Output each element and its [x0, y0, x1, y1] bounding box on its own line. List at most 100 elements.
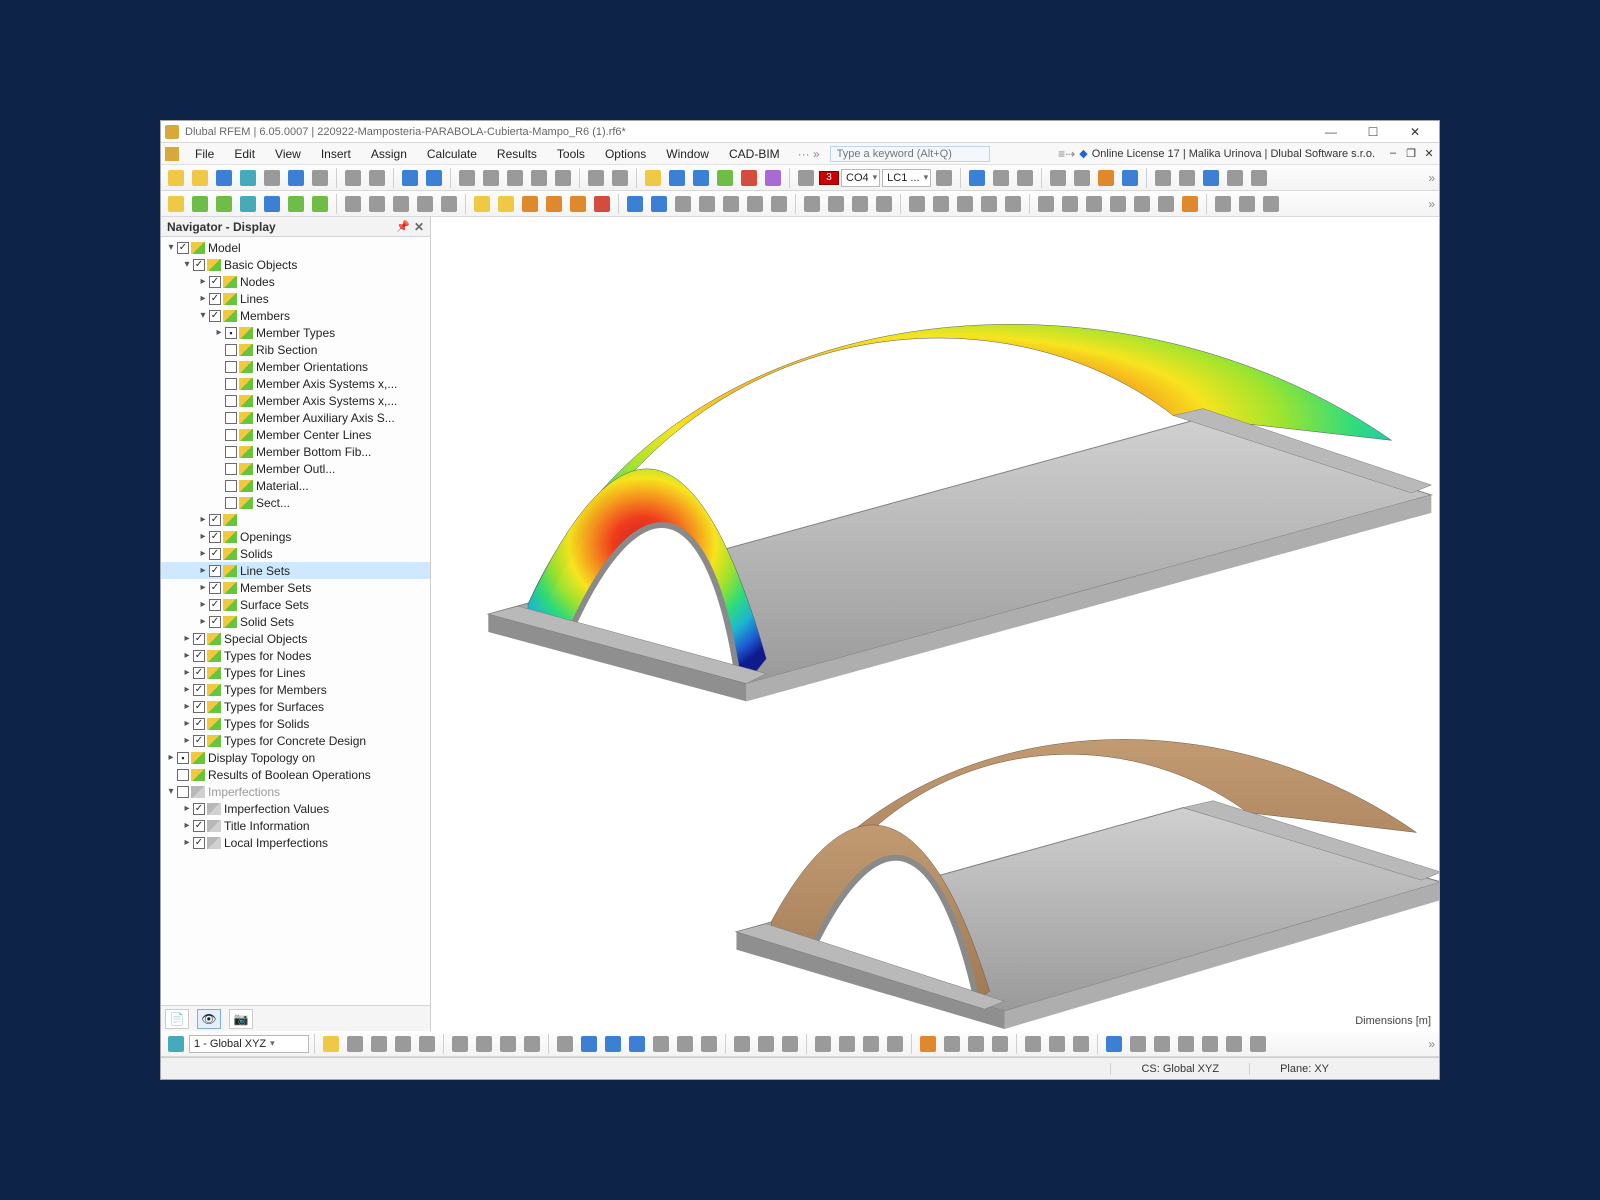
tree-checkbox[interactable] [225, 480, 237, 492]
tree-twisty[interactable]: ▸ [181, 837, 193, 848]
tree-checkbox[interactable] [193, 837, 205, 849]
tree-node[interactable]: Rib Section [161, 341, 430, 358]
bt-9[interactable] [521, 1033, 543, 1055]
bt-31[interactable] [1103, 1033, 1125, 1055]
bt-33[interactable] [1151, 1033, 1173, 1055]
new-button[interactable] [165, 167, 187, 189]
tool-31[interactable] [1107, 193, 1129, 215]
bt-35[interactable] [1199, 1033, 1221, 1055]
calc-button[interactable] [666, 167, 688, 189]
tree-checkbox[interactable] [177, 786, 189, 798]
bt-37[interactable] [1247, 1033, 1269, 1055]
cs-icon[interactable] [165, 1033, 187, 1055]
tree-checkbox[interactable] [209, 310, 221, 322]
tool-7[interactable] [495, 193, 517, 215]
tool-21[interactable] [849, 193, 871, 215]
bt-14[interactable] [650, 1033, 672, 1055]
tree-node[interactable]: Member Center Lines [161, 426, 430, 443]
tree-checkbox[interactable] [225, 361, 237, 373]
bt-24[interactable] [917, 1033, 939, 1055]
menu-window[interactable]: Window [658, 145, 717, 163]
profile-button[interactable] [1119, 167, 1141, 189]
menu-file[interactable]: File [187, 145, 222, 163]
tool-28[interactable] [1035, 193, 1057, 215]
tree-node[interactable]: Member Axis Systems x,... [161, 392, 430, 409]
layout-button[interactable] [1047, 167, 1069, 189]
bt-17[interactable] [731, 1033, 753, 1055]
tree-checkbox[interactable] [209, 531, 221, 543]
navigator-tree[interactable]: ▾Model▾Basic Objects▸Nodes▸Lines▾Members… [161, 237, 430, 1005]
bt-13[interactable] [626, 1033, 648, 1055]
tree-node[interactable]: ▸Nodes [161, 273, 430, 290]
tree-node[interactable]: ▾Basic Objects [161, 256, 430, 273]
tree-node[interactable]: Sect... [161, 494, 430, 511]
ext-c-button[interactable] [1200, 167, 1222, 189]
bt-8[interactable] [497, 1033, 519, 1055]
tree-checkbox[interactable] [209, 514, 221, 526]
tree-node[interactable]: Member Orientations [161, 358, 430, 375]
tree-checkbox[interactable] [193, 667, 205, 679]
bt-12[interactable] [602, 1033, 624, 1055]
view-iso-button[interactable] [504, 167, 526, 189]
tree-node[interactable]: Material... [161, 477, 430, 494]
ext-e-button[interactable] [1248, 167, 1270, 189]
tree-node[interactable]: ▸Surface Sets [161, 596, 430, 613]
tree-checkbox[interactable] [225, 412, 237, 424]
tree-twisty[interactable]: ▸ [181, 718, 193, 729]
nav-tab-display[interactable]: 👁 [197, 1009, 221, 1029]
tool-24[interactable] [930, 193, 952, 215]
tool-5[interactable] [438, 193, 460, 215]
tree-node[interactable]: ▸Local Imperfections [161, 834, 430, 851]
ext-b-button[interactable] [1176, 167, 1198, 189]
tree-checkbox[interactable] [209, 582, 221, 594]
tree-checkbox[interactable] [193, 820, 205, 832]
model-manager-button[interactable] [213, 167, 235, 189]
opening-tool[interactable] [309, 193, 331, 215]
bt-32[interactable] [1127, 1033, 1149, 1055]
prev-lc-button[interactable] [795, 167, 817, 189]
member-tool[interactable] [213, 193, 235, 215]
tool-26[interactable] [978, 193, 1000, 215]
tree-twisty[interactable]: ▸ [197, 599, 209, 610]
redo-button[interactable] [423, 167, 445, 189]
graph-button[interactable] [714, 167, 736, 189]
results2-button[interactable] [762, 167, 784, 189]
tool-35[interactable] [1212, 193, 1234, 215]
tree-twisty[interactable]: ▸ [197, 616, 209, 627]
bt-34[interactable] [1175, 1033, 1197, 1055]
menu-calculate[interactable]: Calculate [419, 145, 485, 163]
ext-d-button[interactable] [1224, 167, 1246, 189]
tree-checkbox[interactable] [225, 446, 237, 458]
undo-button[interactable] [399, 167, 421, 189]
bt-28[interactable] [1022, 1033, 1044, 1055]
tree-twisty[interactable]: ▸ [181, 633, 193, 644]
block-button[interactable] [261, 167, 283, 189]
close-button[interactable]: ✕ [1395, 123, 1435, 141]
bt-2[interactable] [344, 1033, 366, 1055]
tree-twisty[interactable]: ▾ [181, 259, 193, 270]
tree-node[interactable]: ▾Imperfections [161, 783, 430, 800]
menu-view[interactable]: View [267, 145, 309, 163]
bt-1[interactable] [320, 1033, 342, 1055]
tool-29[interactable] [1059, 193, 1081, 215]
tree-twisty[interactable]: ▸ [165, 752, 177, 763]
open-button[interactable] [189, 167, 211, 189]
tree-twisty[interactable]: ▾ [165, 242, 177, 253]
nav-tab-data[interactable]: 📄 [165, 1009, 189, 1029]
nav-tab-views[interactable]: 📷 [229, 1009, 253, 1029]
mdi-restore[interactable]: ❐ [1405, 147, 1417, 160]
tree-twisty[interactable]: ▸ [181, 650, 193, 661]
bt-15[interactable] [674, 1033, 696, 1055]
tool-19[interactable] [801, 193, 823, 215]
ext-a-button[interactable] [1152, 167, 1174, 189]
tree-checkbox[interactable] [177, 769, 189, 781]
tree-node[interactable]: ▸Types for Solids [161, 715, 430, 732]
tree-twisty[interactable]: ▸ [181, 684, 193, 695]
tree-twisty[interactable]: ▸ [213, 327, 225, 338]
tree-twisty[interactable]: ▸ [181, 803, 193, 814]
bt-22[interactable] [860, 1033, 882, 1055]
tool-15[interactable] [696, 193, 718, 215]
tree-checkbox[interactable] [193, 259, 205, 271]
tool-30[interactable] [1083, 193, 1105, 215]
cs-select[interactable]: 1 - Global XYZ▾ [189, 1035, 309, 1053]
